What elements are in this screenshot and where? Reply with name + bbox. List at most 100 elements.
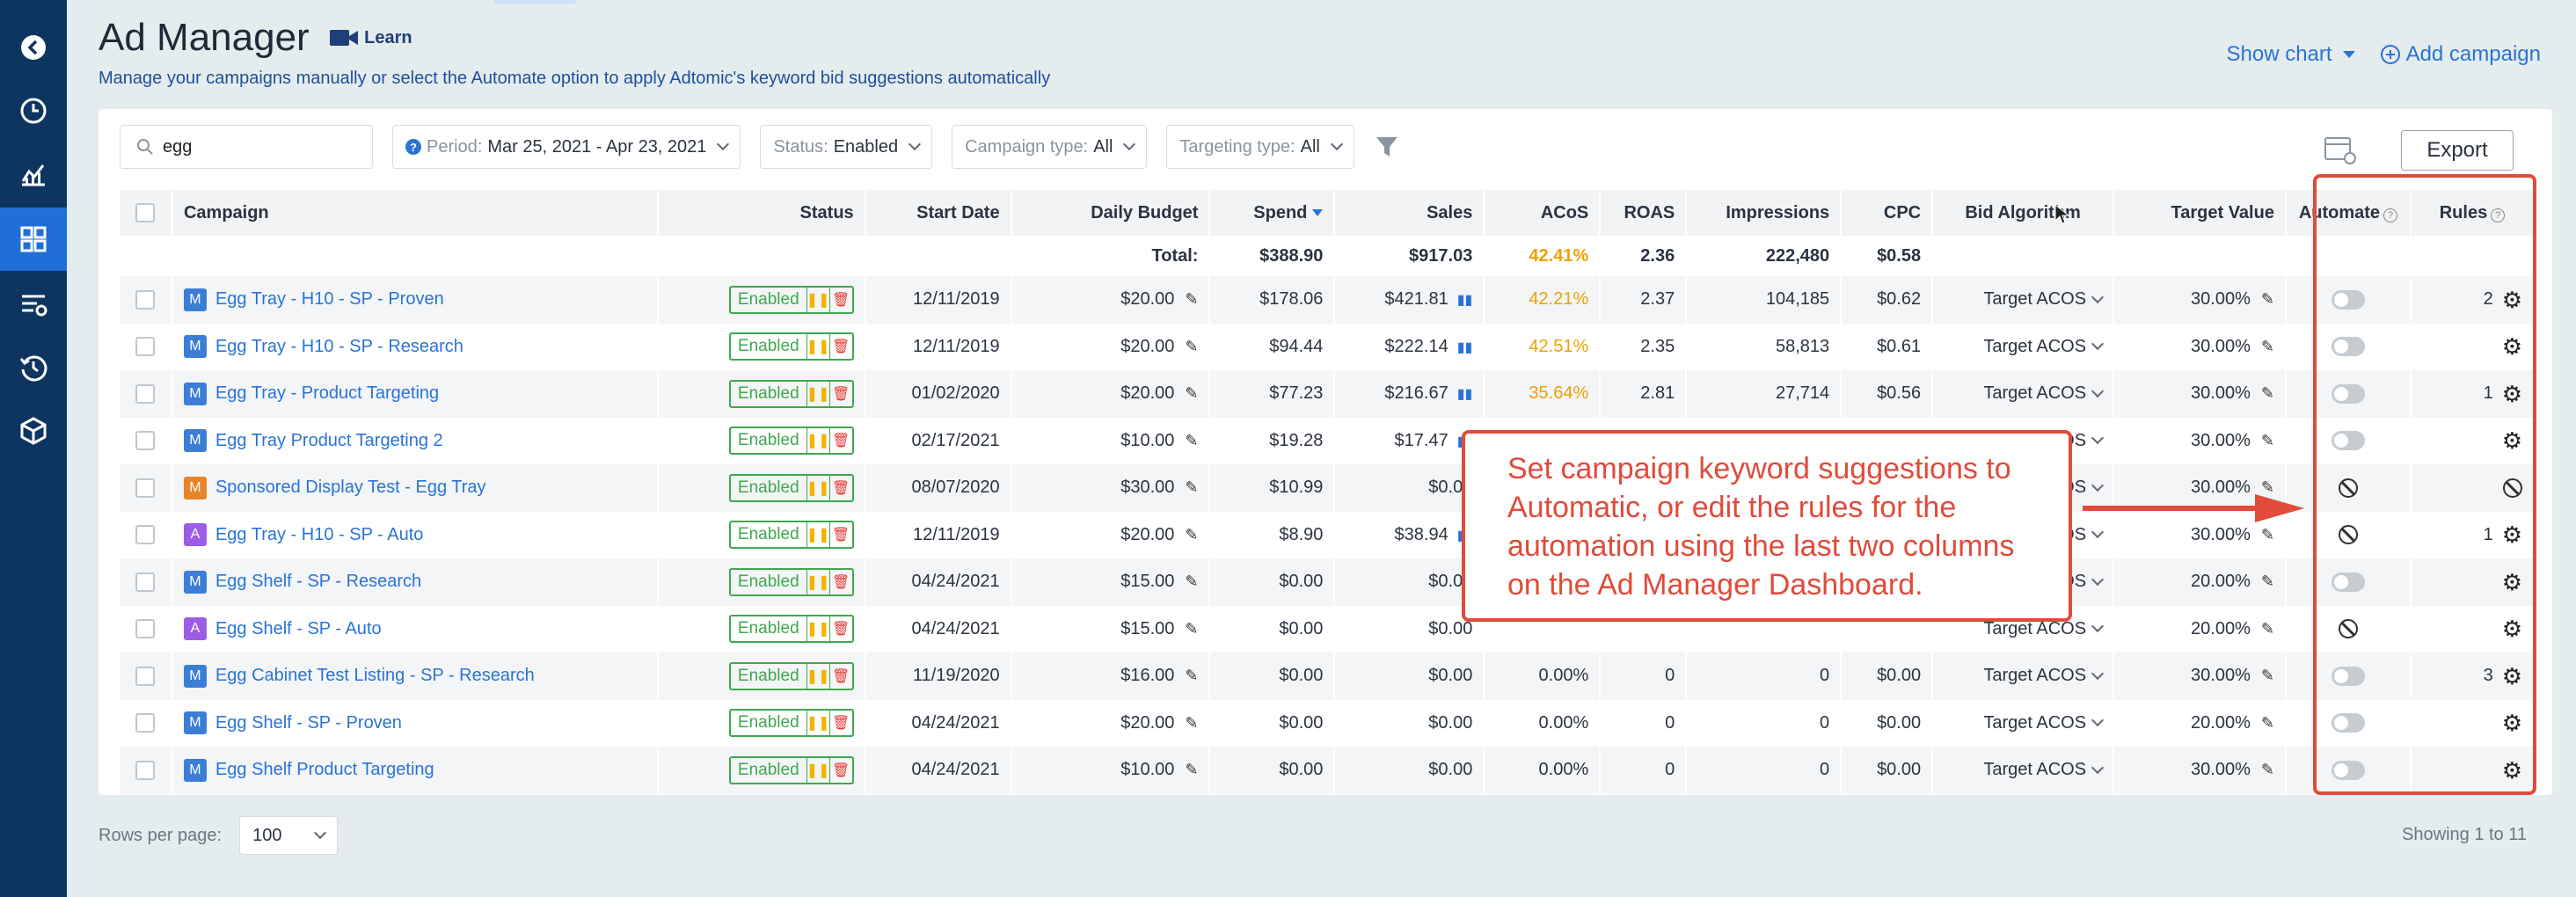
bid-algorithm-select[interactable]: Target ACOS: [1983, 760, 2105, 780]
status-badge[interactable]: Enabled ❚❚ 🗑: [728, 427, 854, 456]
table-row[interactable]: A Egg Shelf - SP - Auto Enabled ❚❚ 🗑 04/24/20…: [120, 605, 2536, 653]
campaign-link[interactable]: M Egg Shelf Product Targeting: [183, 758, 646, 782]
bid-algorithm-select[interactable]: Target ACOS: [1983, 289, 2105, 310]
pencil-icon[interactable]: ✎: [1185, 384, 1198, 403]
table-row[interactable]: M Egg Shelf - SP - Research Enabled ❚❚ 🗑 04/2…: [120, 558, 2536, 606]
row-checkbox[interactable]: [135, 478, 156, 498]
trash-icon[interactable]: 🗑: [828, 287, 852, 312]
clock-icon[interactable]: [0, 79, 67, 142]
trash-icon[interactable]: 🗑: [828, 334, 852, 360]
pencil-icon[interactable]: ✎: [2261, 572, 2274, 591]
col-start-date[interactable]: Start Date: [865, 190, 1012, 236]
bar-chart-icon[interactable]: ▮▮: [1457, 291, 1473, 309]
trash-icon[interactable]: 🗑: [828, 428, 852, 454]
campaign-link[interactable]: M Egg Shelf - SP - Proven: [183, 711, 646, 735]
table-row[interactable]: M Egg Shelf Product Targeting Enabled ❚❚ 🗑 04…: [120, 747, 2536, 794]
row-checkbox[interactable]: [135, 289, 156, 310]
status-badge[interactable]: Enabled ❚❚ 🗑: [728, 615, 854, 644]
back-arrow-icon[interactable]: [0, 16, 67, 79]
table-row[interactable]: M Egg Tray - H10 - SP - Research Enabled ❚❚…: [120, 323, 2536, 370]
row-checkbox[interactable]: [135, 619, 156, 639]
campaign-link[interactable]: M Egg Tray - H10 - SP - Research: [183, 335, 646, 359]
pencil-icon[interactable]: ✎: [2261, 290, 2274, 309]
pause-icon[interactable]: ❚❚: [806, 334, 830, 360]
row-checkbox[interactable]: [135, 431, 156, 451]
targeting-type-filter[interactable]: Targeting type: All: [1166, 125, 1354, 169]
row-checkbox[interactable]: [135, 572, 156, 592]
analytics-icon[interactable]: [0, 142, 67, 206]
status-badge[interactable]: Enabled ❚❚ 🗑: [728, 567, 854, 596]
pencil-icon[interactable]: ✎: [1185, 620, 1198, 638]
trash-icon[interactable]: 🗑: [828, 569, 852, 594]
pencil-icon[interactable]: ✎: [1185, 478, 1198, 497]
table-row[interactable]: M Egg Tray Product Targeting 2 Enabled ❚❚ 🗑 0…: [120, 417, 2536, 464]
row-checkbox[interactable]: [135, 383, 156, 404]
pause-icon[interactable]: ❚❚: [806, 616, 830, 642]
col-cpc[interactable]: CPC: [1841, 190, 1934, 236]
export-button[interactable]: Export: [2401, 130, 2514, 171]
col-sales[interactable]: Sales: [1334, 190, 1485, 236]
campaign-link[interactable]: M Sponsored Display Test - Egg Tray: [183, 476, 646, 500]
pencil-icon[interactable]: ✎: [1185, 572, 1198, 591]
pencil-icon[interactable]: ✎: [2261, 384, 2274, 403]
trash-icon[interactable]: 🗑: [828, 616, 852, 642]
show-chart-button[interactable]: Show chart: [2227, 42, 2355, 67]
pause-icon[interactable]: ❚❚: [806, 475, 830, 500]
table-row[interactable]: M Egg Tray - H10 - SP - Proven Enabled ❚❚ 🗑 1…: [120, 276, 2536, 324]
row-checkbox[interactable]: [135, 713, 156, 733]
trash-icon[interactable]: 🗑: [828, 711, 852, 736]
col-roas[interactable]: ROAS: [1600, 190, 1688, 236]
row-checkbox[interactable]: [135, 525, 156, 545]
col-impressions[interactable]: Impressions: [1686, 190, 1843, 236]
col-spend[interactable]: Spend: [1209, 190, 1336, 236]
rows-per-page-select[interactable]: 100: [239, 816, 339, 855]
pause-icon[interactable]: ❚❚: [806, 522, 830, 548]
pencil-icon[interactable]: ✎: [2261, 620, 2274, 638]
pause-icon[interactable]: ❚❚: [806, 757, 830, 783]
campaign-link[interactable]: M Egg Tray Product Targeting 2: [183, 429, 646, 453]
status-badge[interactable]: Enabled ❚❚ 🗑: [728, 709, 854, 738]
bid-algorithm-select[interactable]: Target ACOS: [1983, 383, 2105, 404]
pencil-icon[interactable]: ✎: [1185, 667, 1198, 685]
campaign-link[interactable]: M Egg Tray - Product Targeting: [183, 382, 646, 405]
pencil-icon[interactable]: ✎: [2261, 338, 2274, 356]
pencil-icon[interactable]: ✎: [2261, 526, 2274, 544]
col-acos[interactable]: ACoS: [1484, 190, 1602, 236]
campaign-link[interactable]: M Egg Shelf - SP - Research: [183, 570, 646, 594]
pause-icon[interactable]: ❚❚: [806, 287, 830, 312]
pencil-icon[interactable]: ✎: [2261, 761, 2274, 779]
bid-algorithm-select[interactable]: Target ACOS: [1983, 666, 2105, 686]
bid-algorithm-select[interactable]: Target ACOS: [1983, 713, 2105, 733]
col-status[interactable]: Status: [657, 190, 866, 236]
row-checkbox[interactable]: [135, 666, 156, 686]
row-checkbox[interactable]: [135, 337, 156, 357]
table-row[interactable]: M Egg Tray - Product Targeting Enabled ❚❚ 🗑 0…: [120, 370, 2536, 418]
list-settings-icon[interactable]: [0, 273, 67, 336]
pencil-icon[interactable]: ✎: [1185, 338, 1198, 356]
search-input[interactable]: egg: [120, 125, 373, 169]
trash-icon[interactable]: 🗑: [828, 522, 852, 548]
status-badge[interactable]: Enabled ❚❚ 🗑: [728, 285, 854, 314]
pencil-icon[interactable]: ✎: [1185, 714, 1198, 733]
table-row[interactable]: M Egg Shelf - SP - Proven Enabled ❚❚ 🗑 04/24/…: [120, 699, 2536, 747]
pause-icon[interactable]: ❚❚: [806, 663, 830, 689]
status-badge[interactable]: Enabled ❚❚ 🗑: [728, 755, 854, 784]
status-filter[interactable]: Status: Enabled: [760, 125, 933, 169]
pause-icon[interactable]: ❚❚: [806, 428, 830, 454]
pencil-icon[interactable]: ✎: [2261, 432, 2274, 450]
table-row[interactable]: M Egg Cabinet Test Listing - SP - Researc…: [120, 653, 2536, 700]
campaign-link[interactable]: A Egg Tray - H10 - SP - Auto: [183, 523, 646, 547]
trash-icon[interactable]: 🗑: [828, 381, 852, 406]
pencil-icon[interactable]: ✎: [2261, 667, 2274, 685]
trash-icon[interactable]: 🗑: [828, 663, 852, 689]
learn-link[interactable]: Learn: [329, 27, 412, 48]
col-daily-budget[interactable]: Daily Budget: [1011, 190, 1211, 236]
status-badge[interactable]: Enabled ❚❚ 🗑: [728, 661, 854, 690]
pause-icon[interactable]: ❚❚: [806, 569, 830, 594]
select-all-checkbox[interactable]: [135, 203, 156, 223]
col-target-value[interactable]: Target Value: [2113, 190, 2287, 236]
pencil-icon[interactable]: ✎: [1185, 290, 1198, 309]
campaign-type-filter[interactable]: Campaign type: All: [952, 125, 1148, 169]
status-badge[interactable]: Enabled ❚❚ 🗑: [728, 379, 854, 408]
col-bid-algorithm[interactable]: Bid Algorithm: [1932, 190, 2115, 236]
